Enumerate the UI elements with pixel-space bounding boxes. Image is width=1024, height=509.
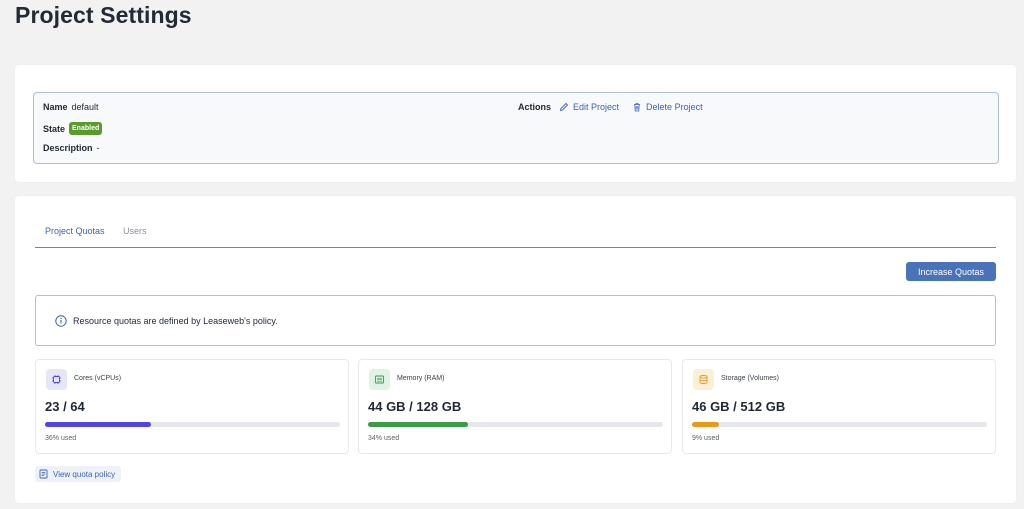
tab-bar: Project Quotas Users <box>35 221 996 248</box>
quota-notice: Resource quotas are defined by Leaseweb'… <box>35 295 996 346</box>
quota-card-memory: Memory (RAM) 44 GB / 128 GB 34% used <box>358 359 672 454</box>
quota-value: 23 / 64 <box>45 399 85 414</box>
status-badge: Enabled <box>69 122 103 135</box>
database-icon <box>693 369 714 390</box>
quota-progress-fill <box>692 422 719 427</box>
increase-quotas-button[interactable]: Increase Quotas <box>906 262 996 281</box>
description-label: Description <box>43 143 93 153</box>
tab-users[interactable]: Users <box>123 226 147 236</box>
notice-text: Resource quotas are defined by Leaseweb'… <box>73 315 278 326</box>
actions-label: Actions <box>518 102 552 112</box>
quota-value: 46 GB / 512 GB <box>692 399 786 414</box>
description-value: - <box>96 143 100 153</box>
quota-card-storage: Storage (Volumes) 46 GB / 512 GB 9% used <box>682 359 996 454</box>
quota-progress-track <box>368 422 663 427</box>
quota-label: Cores (vCPUs) <box>74 375 122 382</box>
quota-label: Memory (RAM) <box>397 375 445 382</box>
quota-card-cores: Cores (vCPUs) 23 / 64 36% used <box>35 359 349 454</box>
edit-project-label: Edit Project <box>573 102 620 112</box>
quota-value: 44 GB / 128 GB <box>368 399 462 414</box>
quota-used-text: 34% used <box>368 435 400 442</box>
trash-icon <box>634 103 641 112</box>
quota-progress-track <box>692 422 987 427</box>
quota-progress-fill <box>45 422 152 427</box>
view-quota-policy-label: View quota policy <box>53 469 116 479</box>
description-row: Description - <box>43 143 100 153</box>
pencil-icon <box>559 102 569 112</box>
quota-progress-fill <box>368 422 469 427</box>
name-label: Name <box>43 102 68 112</box>
name-row: Name default <box>43 102 99 112</box>
cpu-icon <box>46 369 67 390</box>
quota-used-text: 9% used <box>692 435 720 442</box>
actions-group: Actions Edit Project Delete Project <box>518 102 716 112</box>
page-title: Project Settings <box>15 2 192 28</box>
state-label: State <box>43 123 66 134</box>
state-row: State Enabled <box>43 122 103 135</box>
edit-project-button[interactable]: Edit Project <box>559 102 619 112</box>
delete-project-label: Delete Project <box>646 102 703 112</box>
view-quota-policy-link[interactable]: View quota policy <box>35 466 122 482</box>
project-info-box: Name default State Enabled Description -… <box>33 92 999 164</box>
quota-label: Storage (Volumes) <box>721 375 779 382</box>
name-value: default <box>71 102 99 112</box>
memory-icon <box>369 369 390 390</box>
info-icon <box>55 314 67 327</box>
quota-used-text: 36% used <box>45 435 77 442</box>
delete-project-button[interactable]: Delete Project <box>632 102 703 112</box>
tab-project-quotas[interactable]: Project Quotas <box>45 226 105 236</box>
quota-progress-track <box>45 422 340 427</box>
quotas-card: Project Quotas Users Increase Quotas Res… <box>15 196 1016 503</box>
document-icon <box>39 469 48 479</box>
project-details-card: Name default State Enabled Description -… <box>15 65 1016 182</box>
